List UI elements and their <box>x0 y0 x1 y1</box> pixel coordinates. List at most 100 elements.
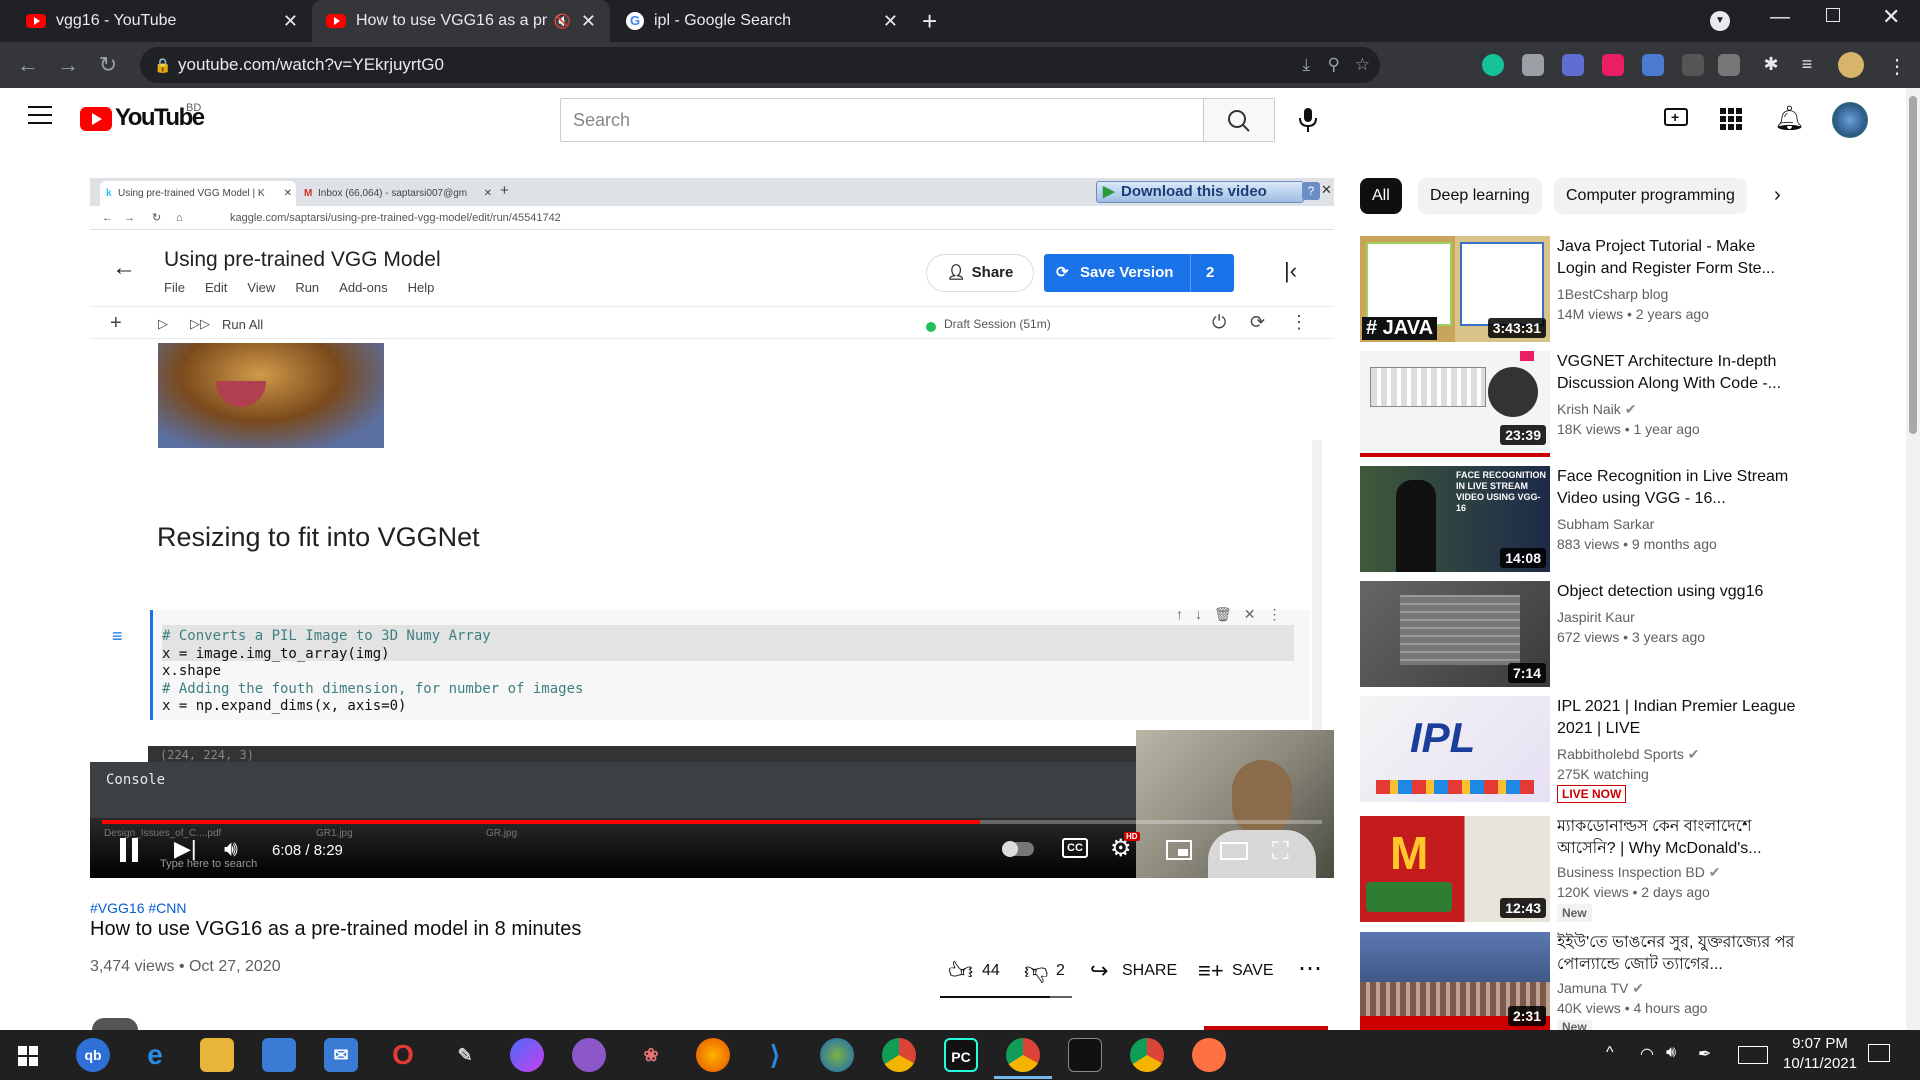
tab-ipl-search[interactable]: G ipl - Google Search ✕ <box>612 0 912 42</box>
keyboard-icon[interactable] <box>1738 1046 1768 1064</box>
notification-center-icon[interactable] <box>1868 1044 1890 1062</box>
chrome-profile-icon[interactable] <box>1130 1038 1164 1072</box>
fullscreen-icon[interactable]: ⛶ <box>1272 838 1289 866</box>
tab-search-icon[interactable]: ▼ <box>1710 11 1730 31</box>
voice-search-icon[interactable] <box>1296 106 1320 139</box>
progress-bar[interactable] <box>102 820 1322 824</box>
chrome-active-icon[interactable] <box>1006 1038 1040 1072</box>
miniplayer-icon[interactable] <box>1166 840 1192 860</box>
globe-app-icon[interactable] <box>820 1038 854 1072</box>
postman-icon[interactable] <box>1192 1038 1226 1072</box>
theater-mode-icon[interactable] <box>1220 842 1248 860</box>
qbittorrent-icon[interactable]: qb <box>76 1038 110 1072</box>
rec-title[interactable]: Object detection using vgg16 <box>1557 581 1797 603</box>
pycharm-icon[interactable]: PC <box>944 1038 978 1072</box>
close-icon[interactable]: ✕ <box>1321 182 1334 200</box>
profile-avatar[interactable] <box>1838 52 1864 78</box>
camera-extension-icon[interactable] <box>1522 54 1544 76</box>
apps-grid-icon[interactable] <box>1720 108 1742 130</box>
rec-title[interactable]: VGGNET Architecture In-depth Discussion … <box>1557 351 1797 395</box>
youtube-logo-icon[interactable] <box>80 107 112 131</box>
chip-computer-programming[interactable]: Computer programming <box>1554 178 1747 214</box>
tab-vgg16-youtube[interactable]: vgg16 - YouTube ✕ <box>12 0 312 42</box>
rec-channel[interactable]: Krish Naik ✔ <box>1557 401 1636 418</box>
puzzle-icon[interactable]: ✱ <box>1760 54 1782 76</box>
download-video-button[interactable]: ▶ Download this video <box>1096 181 1304 203</box>
download-extension-icon[interactable] <box>1642 54 1664 76</box>
rec-thumbnail[interactable]: 2:31 <box>1360 932 1550 1030</box>
store-icon[interactable] <box>262 1038 296 1072</box>
reading-list-icon[interactable]: ≡ <box>1796 54 1818 76</box>
dislike-count[interactable]: 2 <box>1056 962 1065 980</box>
reload-icon[interactable]: ↻ <box>88 45 128 85</box>
back-icon[interactable]: ← <box>8 45 48 85</box>
pen-extension-icon[interactable] <box>1718 54 1740 76</box>
chip-all[interactable]: All <box>1360 178 1402 214</box>
chrome-icon[interactable] <box>882 1038 916 1072</box>
rec-channel[interactable]: Jaspirit Kaur <box>1557 609 1635 625</box>
terminal-icon[interactable] <box>1068 1038 1102 1072</box>
share-icon[interactable]: ↪ <box>1090 958 1108 984</box>
paint-icon[interactable]: ❀ <box>634 1038 668 1072</box>
dislike-icon[interactable]: 👎︎ <box>1024 958 1048 986</box>
account-avatar[interactable] <box>1832 102 1868 138</box>
wifi-icon[interactable]: ◠ <box>1640 1044 1654 1064</box>
help-icon[interactable]: ? <box>1302 182 1320 200</box>
rec-thumbnail[interactable]: 7:14 <box>1360 581 1550 687</box>
like-count[interactable]: 44 <box>982 962 1000 980</box>
tab-active-video[interactable]: How to use VGG16 as a pre-t 🔇 ✕ <box>312 0 610 42</box>
close-icon[interactable]: ✕ <box>581 11 596 32</box>
forward-icon[interactable]: → <box>48 45 88 85</box>
save-button[interactable]: SAVE <box>1232 962 1274 980</box>
hamburger-menu-icon[interactable] <box>28 106 52 124</box>
rec-channel[interactable]: Jamuna TV ✔ <box>1557 980 1644 997</box>
install-icon[interactable]: ⤓ <box>1302 47 1310 83</box>
new-tab-icon[interactable]: + <box>922 6 937 37</box>
opera-icon[interactable]: O <box>386 1038 420 1072</box>
close-window-icon[interactable]: ✕ <box>1882 4 1900 30</box>
github-desktop-icon[interactable] <box>572 1038 606 1072</box>
share-button[interactable]: SHARE <box>1122 962 1177 980</box>
messenger-icon[interactable] <box>510 1038 544 1072</box>
like-icon[interactable]: 👍︎ <box>948 958 973 986</box>
rec-channel[interactable]: Business Inspection BD ✔ <box>1557 864 1720 881</box>
play-extension-icon[interactable] <box>1602 54 1624 76</box>
chip-deep-learning[interactable]: Deep learning <box>1418 178 1542 214</box>
bookmark-star-icon[interactable]: ☆ <box>1355 47 1370 83</box>
close-icon[interactable]: ✕ <box>883 11 898 32</box>
rec-title[interactable]: Face Recognition in Live Stream Video us… <box>1557 466 1797 510</box>
edge-icon[interactable]: e <box>138 1038 172 1072</box>
rec-title[interactable]: ইইউ'তে ভাঙনের সুর, যুক্তরাজ্যের পর পোল্য… <box>1557 932 1797 976</box>
rec-channel[interactable]: Rabbitholebd Sports ✔ <box>1557 746 1700 763</box>
minimize-icon[interactable]: — <box>1770 6 1790 29</box>
rec-thumbnail[interactable]: FACE RECOGNITION IN LIVE STREAM VIDEO US… <box>1360 466 1550 572</box>
zoom-icon[interactable]: ⚲ <box>1328 47 1340 83</box>
url-bar[interactable]: 🔒 youtube.com/watch?v=YEkrjuyrtG0 ⤓ ⚲ ☆ <box>140 47 1380 83</box>
rec-channel[interactable]: Subham Sarkar <box>1557 516 1654 532</box>
grammarly-extension-icon[interactable] <box>1482 54 1504 76</box>
screen-extension-icon[interactable] <box>1682 54 1704 76</box>
save-playlist-icon[interactable]: ≡+ <box>1198 958 1224 984</box>
pen-tray-icon[interactable]: ✒ <box>1698 1044 1711 1064</box>
rec-thumbnail[interactable]: 23:39 <box>1360 351 1550 457</box>
file-explorer-icon[interactable] <box>200 1038 234 1072</box>
captions-icon[interactable]: CC <box>1062 838 1088 858</box>
firefox-icon[interactable] <box>696 1038 730 1072</box>
rec-thumbnail[interactable]: IPL <box>1360 696 1550 802</box>
mute-icon[interactable]: 🔇 <box>553 13 570 30</box>
rec-title[interactable]: Java Project Tutorial - Make Login and R… <box>1557 236 1797 280</box>
windows-start-icon[interactable] <box>18 1046 38 1066</box>
inkscape-icon[interactable]: ✎ <box>448 1038 482 1072</box>
search-button[interactable] <box>1203 98 1275 142</box>
video-player[interactable]: k Using pre-trained VGG Model | K ✕ M Inbox… <box>90 178 1334 878</box>
autoplay-toggle[interactable] <box>1002 841 1034 857</box>
volume-icon[interactable]: 🔊︎ <box>224 836 238 862</box>
create-video-icon[interactable]: + <box>1664 108 1688 126</box>
close-icon[interactable]: ✕ <box>283 11 298 32</box>
video-hashtags[interactable]: #VGG16 #CNN <box>90 900 186 916</box>
notifications-bell-icon[interactable]: 🔔︎ <box>1774 104 1804 133</box>
speaker-icon[interactable]: 🔊︎ <box>1666 1044 1676 1062</box>
pause-icon[interactable] <box>120 838 142 862</box>
chrome-menu-icon[interactable]: ⋮ <box>1886 54 1908 78</box>
rec-thumbnail[interactable]: M 12:43 <box>1360 816 1550 922</box>
